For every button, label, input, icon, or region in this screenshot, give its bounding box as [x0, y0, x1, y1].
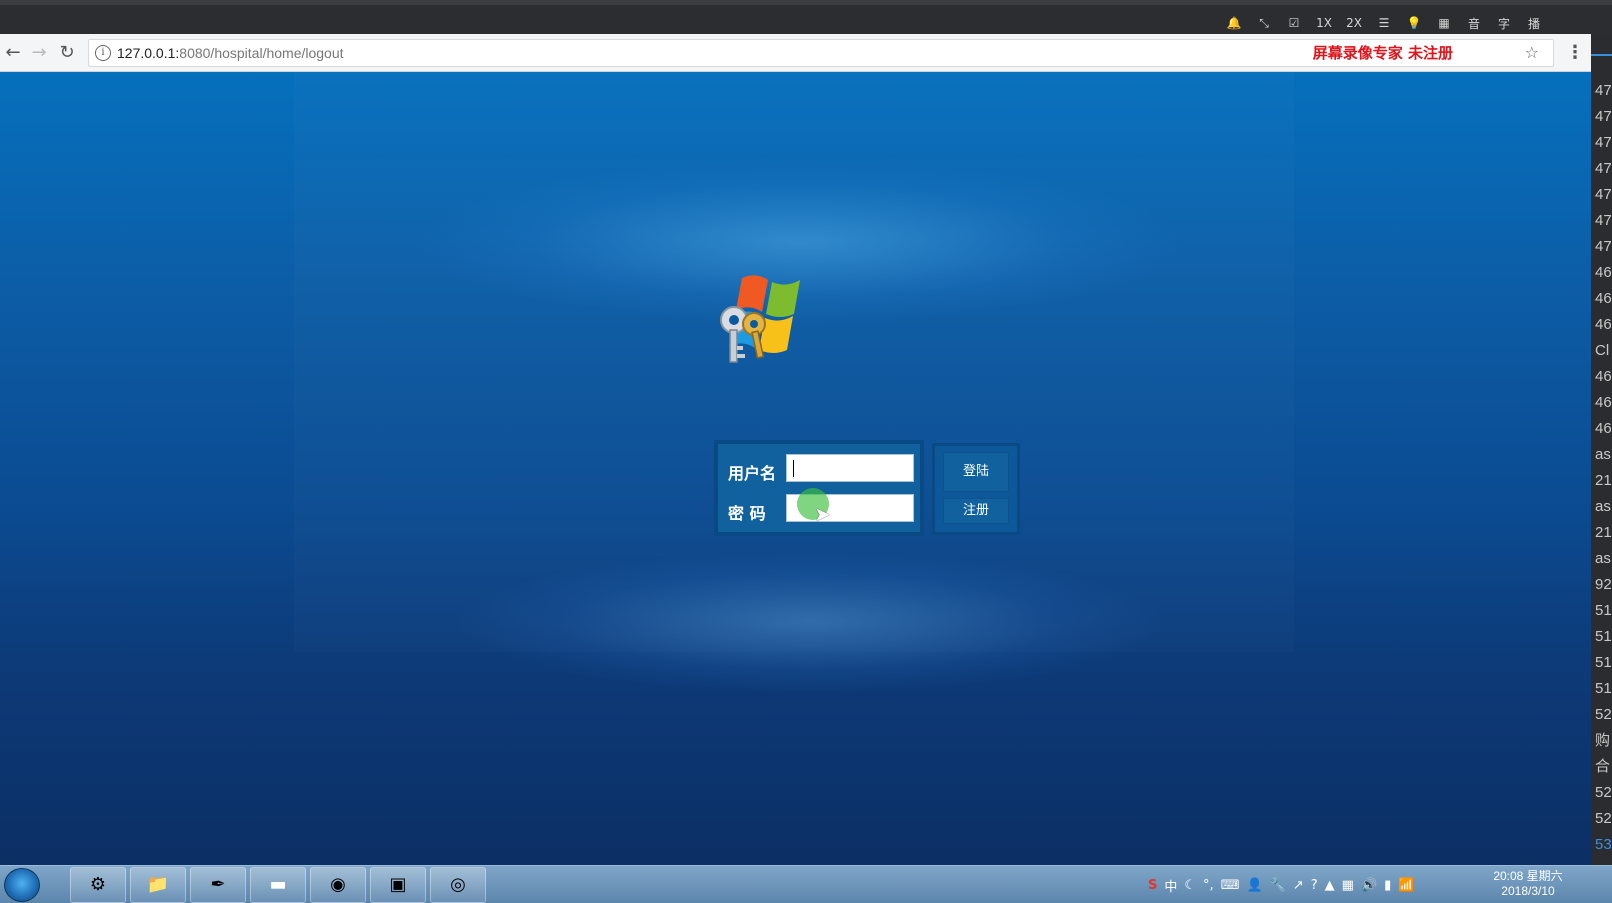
help-icon[interactable]: ?	[1311, 878, 1318, 893]
frame-icon[interactable]: ▦	[1436, 16, 1452, 30]
side-panel-item[interactable]: 52	[1595, 780, 1612, 806]
clock[interactable]: 20:08 星期六 2018/3/10	[1480, 869, 1576, 899]
side-panel-item[interactable]: as	[1595, 442, 1612, 468]
sogou-ime-icon[interactable]: S	[1148, 878, 1157, 893]
side-panel-item[interactable]: 47	[1595, 130, 1612, 156]
feather-app-icon[interactable]: ✒	[190, 867, 246, 903]
bottom-light-glow	[460, 552, 1160, 692]
password-label: 密 码	[728, 504, 766, 523]
side-panel-item[interactable]: 47	[1595, 208, 1612, 234]
power-icon[interactable]: ▮	[1384, 878, 1391, 893]
back-arrow-icon[interactable]: ←	[2, 42, 24, 64]
side-panel-item[interactable]: Cl	[1595, 338, 1612, 364]
moon-icon[interactable]: ☾	[1184, 878, 1196, 893]
chrome-app-icon[interactable]: ◎	[430, 867, 486, 903]
share-icon[interactable]: ↗	[1293, 878, 1304, 893]
login-actions: 登陆 注册	[932, 443, 1020, 535]
speed-2x-button[interactable]: 2X	[1346, 16, 1362, 30]
user-icon[interactable]: 👤	[1246, 878, 1262, 893]
side-panel-item[interactable]: 47	[1595, 78, 1612, 104]
pin-icon[interactable]: 🔔	[1226, 16, 1242, 30]
side-panel-item[interactable]: 46	[1595, 286, 1612, 312]
audio-button[interactable]: 音	[1466, 15, 1482, 32]
side-panel-item[interactable]: 52	[1595, 702, 1612, 728]
side-panel-item[interactable]: 46	[1595, 312, 1612, 338]
text-caret	[793, 460, 794, 477]
side-panel-item[interactable]: 合	[1595, 754, 1612, 780]
speed-1x-button[interactable]: 1X	[1316, 16, 1332, 30]
punctuation-icon[interactable]: °,	[1203, 878, 1214, 893]
side-panel-item[interactable]: 21	[1595, 520, 1612, 546]
side-panel-item[interactable]: 21	[1595, 468, 1612, 494]
side-panel-item[interactable]: 47	[1595, 156, 1612, 182]
reload-icon[interactable]: ↻	[56, 42, 78, 64]
subtitle-button[interactable]: 字	[1496, 15, 1512, 32]
address-bar[interactable]: i 127.0.0.1:8080/hospital/home/logout 屏幕…	[88, 39, 1554, 67]
side-panel-item[interactable]: 51	[1595, 676, 1612, 702]
bookmark-star-icon[interactable]: ☆	[1525, 43, 1539, 62]
side-panel-item[interactable]: 47	[1595, 104, 1612, 130]
side-panel-item[interactable]: 92	[1595, 572, 1612, 598]
url-host: 127.0.0.1:	[117, 45, 180, 61]
side-panel-item[interactable]: 购	[1595, 728, 1612, 754]
recorder-app-icon[interactable]: ◉	[310, 867, 366, 903]
side-panel-item[interactable]: 46	[1595, 390, 1612, 416]
wrench-icon[interactable]: 🔧	[1270, 878, 1286, 893]
side-panel-item[interactable]: 47	[1595, 234, 1612, 260]
recorder-watermark: 屏幕录像专家 未注册	[1312, 44, 1453, 62]
side-panel-item[interactable]: 46	[1595, 416, 1612, 442]
play-button[interactable]: 播	[1526, 15, 1542, 32]
start-button[interactable]	[4, 868, 40, 902]
side-panel-accent	[1591, 54, 1612, 56]
info-icon[interactable]: i	[95, 45, 111, 61]
clock-time: 20:08 星期六	[1493, 869, 1563, 883]
side-panel-item[interactable]: 47	[1595, 182, 1612, 208]
system-tray: S 中 ☾ °, ⌨ 👤 🔧 ↗ ? ▲ ▦ 🔊 ▮ 📶	[1148, 871, 1414, 899]
terminal-app-icon[interactable]: ▬	[250, 867, 306, 903]
windows-keys-logo-icon	[720, 275, 800, 363]
tray-expand-icon[interactable]: ▲	[1325, 878, 1335, 893]
recorder-toolbar: 🔔 ⤡ ☑ 1X 2X ☰ 💡 ▦ 音 字 播	[0, 0, 1612, 39]
side-panel-item[interactable]: 52	[1595, 806, 1612, 832]
mouse-pointer-icon: ➤	[814, 502, 831, 526]
resize-icon[interactable]: ⤡	[1256, 16, 1272, 31]
side-panel-item[interactable]: 46	[1595, 364, 1612, 390]
ide-app-icon[interactable]: ⚙	[70, 867, 126, 903]
side-panel-item[interactable]: as	[1595, 546, 1612, 572]
login-button[interactable]: 登陆	[943, 452, 1009, 492]
bulb-icon[interactable]: 💡	[1406, 16, 1422, 30]
network-app-icon[interactable]: ▦	[1342, 878, 1354, 893]
login-page: 用户名 密 码 登陆 注册 ➤	[0, 72, 1591, 865]
ime-mode[interactable]: 中	[1164, 876, 1177, 895]
username-label: 用户名	[728, 464, 777, 483]
taskbar: ⚙ 📁 ✒ ▬ ◉ ▣ ◎ S 中 ☾ °, ⌨ 👤 🔧 ↗ ? ▲ ▦ 🔊 ▮…	[0, 865, 1612, 903]
side-panel-item[interactable]: 53	[1595, 832, 1612, 858]
url-path: 8080/hospital/home/logout	[179, 45, 344, 61]
layout-icon[interactable]: ☰	[1376, 16, 1392, 30]
recorder-tools: 🔔 ⤡ ☑ 1X 2X ☰ 💡 ▦ 音 字 播	[1226, 13, 1542, 33]
username-input[interactable]	[786, 454, 914, 482]
signal-icon[interactable]: 📶	[1398, 878, 1414, 893]
url-text[interactable]: 127.0.0.1:8080/hospital/home/logout	[117, 45, 344, 61]
register-button[interactable]: 注册	[943, 498, 1009, 524]
side-panel-item[interactable]: 51	[1595, 650, 1612, 676]
check-icon[interactable]: ☑	[1286, 16, 1302, 30]
side-panel-item[interactable]: as	[1595, 494, 1612, 520]
side-panel: 47 47 47 47 47 47 47 46 46 46 Cl 46 46 46 as 21 as 21 as 92…	[1591, 34, 1612, 903]
image-viewer-app-icon[interactable]: ▣	[370, 867, 426, 903]
side-panel-item[interactable]: 51	[1595, 598, 1612, 624]
browser-toolbar: ← → ↻ i 127.0.0.1:8080/hospital/home/log…	[0, 34, 1591, 72]
side-panel-item[interactable]: 46	[1595, 260, 1612, 286]
clock-date: 2018/3/10	[1501, 884, 1555, 898]
speaker-icon[interactable]: 🔊	[1361, 878, 1377, 893]
side-panel-list: 47 47 47 47 47 47 47 46 46 46 Cl 46 46 46 as 21 as 21 as 92…	[1595, 78, 1612, 884]
forward-arrow-icon[interactable]: →	[28, 42, 50, 64]
browser-menu-icon[interactable]: ⋮	[1566, 42, 1584, 63]
side-panel-item[interactable]: 51	[1595, 624, 1612, 650]
folder-app-icon[interactable]: 📁	[130, 867, 186, 903]
keyboard-icon[interactable]: ⌨	[1221, 878, 1240, 893]
